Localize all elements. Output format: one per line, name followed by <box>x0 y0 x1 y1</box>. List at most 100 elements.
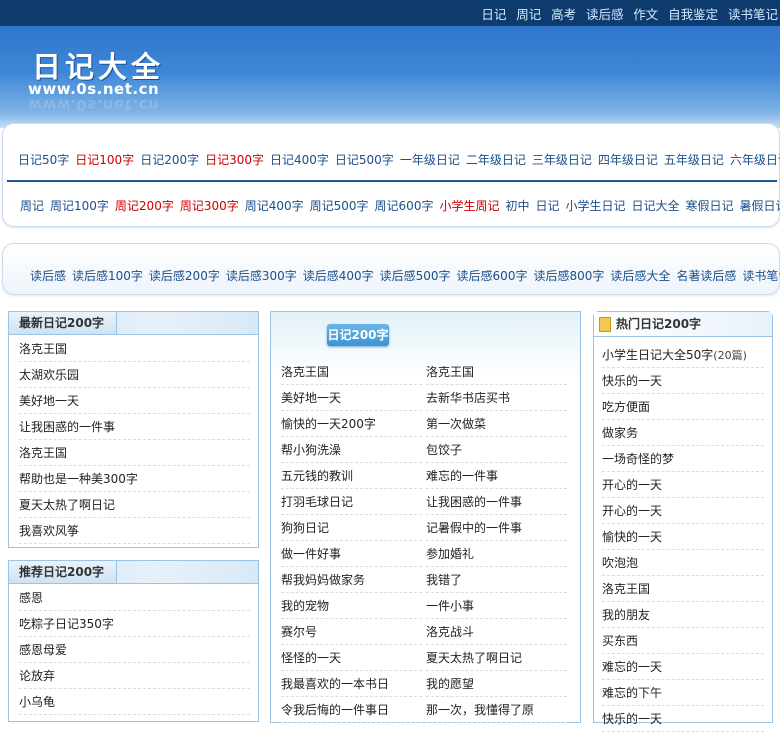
list-item[interactable]: 快乐的一天 <box>602 369 764 394</box>
nav-link[interactable]: 日记 <box>535 199 559 213</box>
list-item[interactable]: 吃粽子日记350字 <box>19 612 250 637</box>
nav-link[interactable]: 周记100字 <box>50 199 109 213</box>
list-item[interactable]: 洛克战斗 <box>426 620 567 645</box>
list-item[interactable]: 记暑假中的一件事 <box>426 516 567 541</box>
nav-link[interactable]: 六年级日记 <box>730 153 780 167</box>
list-item[interactable]: 美好地一天 <box>19 389 250 414</box>
list-item[interactable]: 小学生日记大全50字(20篇) <box>602 343 764 368</box>
nav-link[interactable]: 日记100字 <box>75 153 134 167</box>
nav-link[interactable]: 周记 <box>20 199 44 213</box>
list-item[interactable]: 洛克王国 <box>426 360 567 385</box>
list-item[interactable]: 开心的一天 <box>602 473 764 498</box>
nav-link[interactable]: 周记600字 <box>375 199 434 213</box>
nav-link[interactable]: 周记300字 <box>180 199 239 213</box>
list-item[interactable]: 夏天太热了啊日记 <box>426 646 567 671</box>
list-item[interactable]: 难忘的一件事 <box>426 464 567 489</box>
nav-link[interactable]: 三年级日记 <box>532 153 592 167</box>
list-item[interactable]: 第一次做菜 <box>426 412 567 437</box>
nav-link[interactable]: 读后感800字 <box>533 269 604 283</box>
nav-link[interactable]: 读书笔记 <box>742 269 780 283</box>
list-item[interactable]: 包饺子 <box>426 438 567 463</box>
nav-link[interactable]: 小学生日记 <box>566 199 626 213</box>
list-item[interactable]: 小乌龟 <box>19 690 250 715</box>
list-item[interactable]: 令我后悔的一件事日 <box>281 698 422 723</box>
top-nav-link-reviews[interactable]: 读后感 <box>586 7 624 22</box>
top-nav-link-diary[interactable]: 日记 <box>481 7 506 22</box>
nav-link[interactable]: 五年级日记 <box>664 153 724 167</box>
nav-link[interactable]: 日记50字 <box>18 153 69 167</box>
list-item[interactable]: 愉快的一天 <box>602 525 764 550</box>
nav-link[interactable]: 周记500字 <box>310 199 369 213</box>
list-item[interactable]: 美好地一天 <box>281 386 422 411</box>
nav-link[interactable]: 读后感400字 <box>303 269 374 283</box>
nav-link[interactable]: 读后感300字 <box>226 269 297 283</box>
list-item[interactable]: 夏天太热了啊日记 <box>19 493 250 518</box>
list-item[interactable]: 吃方便面 <box>602 395 764 420</box>
list-item[interactable]: 帮小狗洗澡 <box>281 438 422 463</box>
list-item[interactable]: 打羽毛球日记 <box>281 490 422 515</box>
nav-link[interactable]: 日记200字 <box>140 153 199 167</box>
list-item[interactable]: 论放弃 <box>19 664 250 689</box>
list-item[interactable]: 洛克王国 <box>602 577 764 602</box>
list-item[interactable]: 我最喜欢的一本书日 <box>281 672 422 697</box>
nav-link[interactable]: 日记300字 <box>205 153 264 167</box>
top-nav-link-essay[interactable]: 作文 <box>633 7 658 22</box>
list-item[interactable]: 我喜欢风筝 <box>19 519 250 544</box>
nav-link[interactable]: 二年级日记 <box>466 153 526 167</box>
list-item[interactable]: 帮助也是一种美300字 <box>19 467 250 492</box>
list-item[interactable]: 洛克王国 <box>281 360 422 385</box>
nav-link[interactable]: 读后感大全 <box>610 269 670 283</box>
nav-link[interactable]: 一年级日记 <box>400 153 460 167</box>
list-item[interactable]: 参加婚礼 <box>426 542 567 567</box>
nav-link[interactable]: 周记400字 <box>245 199 304 213</box>
list-item[interactable]: 买东西 <box>602 629 764 654</box>
top-nav-link-reading-notes[interactable]: 读书笔记 <box>728 7 778 22</box>
list-item[interactable]: 我的愿望 <box>426 672 567 697</box>
list-item[interactable]: 做一件好事 <box>281 542 422 567</box>
list-item[interactable]: 快乐的一天 <box>602 707 764 732</box>
list-item[interactable]: 愉快的一天200字 <box>281 412 422 437</box>
list-item[interactable]: 帮我妈妈做家务 <box>281 568 422 593</box>
list-item[interactable]: 一场奇怪的梦 <box>602 447 764 472</box>
list-item[interactable]: 感恩母爱 <box>19 638 250 663</box>
nav-link[interactable]: 四年级日记 <box>598 153 658 167</box>
nav-link[interactable]: 日记大全 <box>632 199 680 213</box>
top-nav-link-gaokao[interactable]: 高考 <box>551 7 576 22</box>
list-item[interactable]: 难忘的下午 <box>602 681 764 706</box>
nav-link[interactable]: 读后感200字 <box>149 269 220 283</box>
list-item[interactable]: 让我困惑的一件事 <box>19 415 250 440</box>
nav-link[interactable]: 小学生周记 <box>439 199 499 213</box>
top-nav-link-self-evaluation[interactable]: 自我鉴定 <box>668 7 718 22</box>
list-item[interactable]: 赛尔号 <box>281 620 422 645</box>
nav-link[interactable]: 初中 <box>505 199 529 213</box>
list-item[interactable]: 让我困惑的一件事 <box>426 490 567 515</box>
list-item[interactable]: 一件小事 <box>426 594 567 619</box>
list-item[interactable]: 五元钱的教训 <box>281 464 422 489</box>
list-item[interactable]: 太湖欢乐园 <box>19 363 250 388</box>
nav-link[interactable]: 寒假日记 <box>686 199 734 213</box>
list-item[interactable]: 吹泡泡 <box>602 551 764 576</box>
nav-link[interactable]: 日记400字 <box>270 153 329 167</box>
list-item[interactable]: 我的朋友 <box>602 603 764 628</box>
list-item[interactable]: 难忘的一天 <box>602 655 764 680</box>
list-item[interactable]: 那一次，我懂得了原 <box>426 698 567 723</box>
nav-link[interactable]: 暑假日记 <box>740 199 780 213</box>
list-item[interactable]: 开心的一天 <box>602 499 764 524</box>
list-item[interactable]: 做家务 <box>602 421 764 446</box>
list-item[interactable]: 去新华书店买书 <box>426 386 567 411</box>
top-nav-link-weekly[interactable]: 周记 <box>516 7 541 22</box>
nav-link[interactable]: 读后感600字 <box>457 269 528 283</box>
nav-link[interactable]: 读后感 <box>30 269 66 283</box>
nav-link[interactable]: 周记200字 <box>115 199 174 213</box>
list-item[interactable]: 洛克王国 <box>19 441 250 466</box>
nav-link[interactable]: 日记500字 <box>335 153 394 167</box>
list-item[interactable]: 我错了 <box>426 568 567 593</box>
list-item[interactable]: 怪怪的一天 <box>281 646 422 671</box>
list-item[interactable]: 感恩 <box>19 586 250 611</box>
nav-link[interactable]: 读后感500字 <box>380 269 451 283</box>
diary-200-badge[interactable]: 日记200字 <box>327 324 389 346</box>
list-item[interactable]: 洛克王国 <box>19 337 250 362</box>
nav-link[interactable]: 读后感100字 <box>72 269 143 283</box>
nav-link[interactable]: 名著读后感 <box>676 269 736 283</box>
list-item[interactable]: 狗狗日记 <box>281 516 422 541</box>
